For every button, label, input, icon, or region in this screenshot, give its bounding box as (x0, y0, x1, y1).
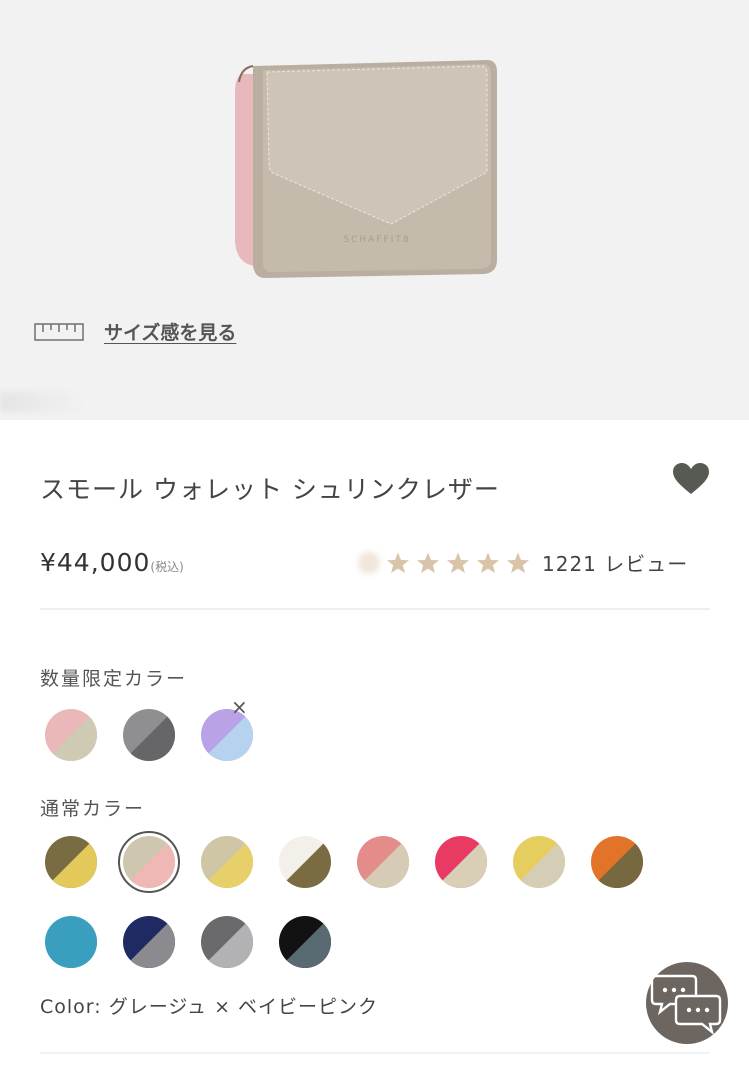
blurred-area (0, 392, 90, 412)
color-swatch[interactable] (357, 836, 409, 888)
color-swatch[interactable] (123, 836, 175, 888)
rating-summary[interactable]: 1221 レビュー (358, 548, 688, 577)
product-title: スモール ウォレット シュリンクレザー (40, 475, 500, 504)
blurred-rating-area (358, 551, 380, 574)
ruler-icon (34, 322, 84, 341)
color-swatch[interactable] (45, 709, 97, 761)
divider (40, 608, 710, 610)
color-swatch[interactable] (513, 836, 565, 888)
star-icon (447, 552, 469, 573)
size-guide-link[interactable]: サイズ感を見る (34, 318, 236, 345)
color-swatch[interactable] (201, 836, 253, 888)
color-swatch[interactable] (123, 916, 175, 968)
star-icon (507, 552, 529, 573)
color-swatch[interactable] (435, 836, 487, 888)
color-swatch[interactable] (279, 836, 331, 888)
chat-bubbles-icon (650, 974, 722, 1036)
tax-note: (税込) (150, 560, 184, 574)
sold-out-x-icon: × (231, 695, 248, 719)
product-hero-area: SCHAFFIT8 サイズ感を見る (0, 0, 749, 420)
color-swatch[interactable] (201, 916, 253, 968)
color-swatch[interactable] (591, 836, 643, 888)
color-swatch[interactable] (123, 709, 175, 761)
star-icon (477, 552, 499, 573)
star-icon (387, 552, 409, 573)
selected-color-line: Color: グレージュ × ベイビーピンク (40, 992, 378, 1019)
wallet-brand-mark: SCHAFFIT8 (343, 235, 410, 245)
regular-colors-label: 通常カラー (40, 798, 146, 820)
product-price: ¥44,000(税込) (40, 548, 184, 577)
selected-color-prefix: Color: (40, 996, 102, 1018)
size-guide-label: サイズ感を見る (104, 322, 237, 344)
favorite-heart-icon[interactable] (672, 462, 710, 496)
review-count: 1221 レビュー (542, 552, 689, 576)
chat-button[interactable] (646, 962, 728, 1044)
star-icon (417, 552, 439, 573)
selected-color-value: グレージュ × ベイビーピンク (108, 996, 379, 1018)
color-swatch[interactable] (45, 916, 97, 968)
color-swatch[interactable] (279, 916, 331, 968)
divider (40, 1052, 710, 1054)
color-swatch[interactable] (45, 836, 97, 888)
price-value: ¥44,000 (40, 548, 151, 577)
wallet-image[interactable]: SCHAFFIT8 (225, 52, 505, 282)
limited-colors-label: 数量限定カラー (40, 668, 188, 690)
